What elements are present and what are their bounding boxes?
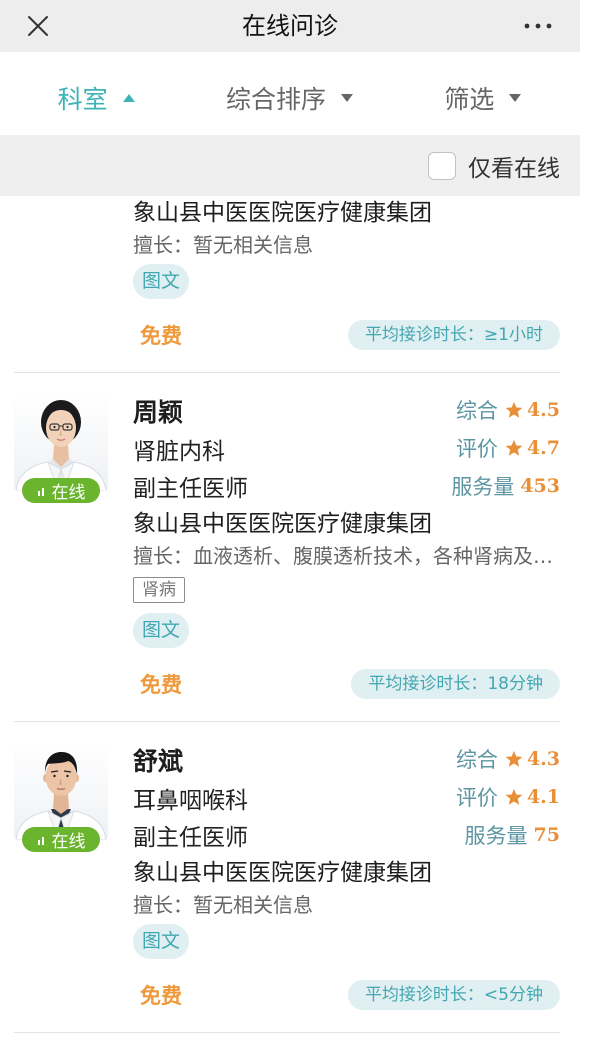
stat-overall: 综合 4.3: [456, 740, 560, 778]
card-footer: 免费 平均接诊时长：≥1小时: [133, 320, 560, 350]
tab-department[interactable]: 科室: [0, 60, 193, 135]
stat-value: 75: [533, 824, 560, 846]
online-status: 在线: [51, 483, 86, 503]
stat-label: 服务量: [451, 475, 515, 499]
doctor-photo: [14, 742, 108, 840]
star-icon: [505, 439, 523, 456]
caret-up-icon: [122, 93, 135, 102]
page-title: 在线问诊: [242, 12, 338, 40]
doctor-avatar: 在线: [14, 742, 108, 854]
stat-value: 453: [520, 475, 560, 497]
doctor-specialty: 擅长：暂无相关信息: [133, 893, 313, 917]
close-icon: [28, 16, 48, 36]
price-label: 免费: [140, 984, 182, 1008]
stat-label: 综合: [455, 748, 498, 772]
title-bar: 在线问诊: [0, 0, 580, 52]
doctor-hospital: 象山县中医医院医疗健康集团: [133, 200, 432, 226]
doctor-hospital: 象山县中医医院医疗健康集团: [133, 860, 432, 886]
stat-label: 评价: [455, 437, 498, 461]
service-tag[interactable]: 图文: [133, 924, 189, 959]
stat-label: 服务量: [464, 824, 528, 848]
online-only-label: 仅看在线: [468, 155, 560, 182]
service-tag[interactable]: 图文: [133, 264, 189, 299]
stat-label: 综合: [455, 399, 498, 423]
star-icon: [505, 401, 523, 418]
stat-value: 4.1: [526, 786, 560, 808]
signal-icon: [37, 836, 44, 845]
stat-value: 4.3: [526, 748, 560, 770]
disease-tags: 肾病: [133, 571, 560, 609]
avg-response-time: 平均接诊时长：18分钟: [351, 669, 560, 699]
signal-icon: [37, 487, 44, 496]
stat-value: 4.5: [526, 399, 560, 421]
doctor-card[interactable]: 在线 综合 4.5 评价 4.7 服务量 453 周颖 肾脏内科 副主任医师 象…: [14, 373, 560, 722]
stat-value: 4.7: [526, 437, 560, 459]
app-screen: 在线问诊 科室 综合排序 筛选 仅看在线 象山县中医医院医疗健康集团 擅长：暂无…: [0, 0, 580, 1040]
star-icon: [505, 750, 523, 767]
online-badge: 在线: [22, 827, 100, 852]
online-status: 在线: [51, 832, 86, 852]
tab-sort[interactable]: 综合排序: [193, 60, 386, 135]
price-label: 免费: [140, 673, 182, 697]
doctor-avatar: 在线: [14, 393, 108, 505]
doctor-photo: [14, 393, 108, 491]
online-only-checkbox[interactable]: [428, 151, 456, 180]
doctor-stats: 综合 4.3 评价 4.1 服务量 75: [456, 740, 560, 854]
doctor-card[interactable]: 在线 综合 4.3 评价 4.1 服务量 75 舒斌 耳鼻咽喉科 副主任医师 象…: [14, 722, 560, 1033]
stat-service-count: 服务量 75: [456, 816, 560, 854]
tab-label: 科室: [57, 84, 108, 114]
doctor-stats: 综合 4.5 评价 4.7 服务量 453: [451, 391, 560, 505]
doctor-card[interactable]: 象山县中医医院医疗健康集团 擅长：暂无相关信息 图文 免费 平均接诊时长：≥1小…: [14, 196, 560, 373]
service-tag[interactable]: 图文: [133, 613, 189, 648]
price-label: 免费: [140, 324, 182, 348]
tab-label: 综合排序: [225, 84, 326, 114]
online-badge: 在线: [22, 478, 100, 503]
stat-overall: 综合 4.5: [451, 391, 560, 429]
stat-label: 评价: [455, 786, 498, 810]
doctor-specialty: 擅长：暂无相关信息: [133, 233, 313, 257]
caret-down-icon: [341, 93, 353, 102]
doctor-list: 象山县中医医院医疗健康集团 擅长：暂无相关信息 图文 免费 平均接诊时长：≥1小…: [0, 196, 580, 1033]
disease-tag: 肾病: [133, 577, 185, 603]
tab-label: 筛选: [444, 84, 495, 114]
doctor-hospital: 象山县中医医院医疗健康集团: [133, 511, 432, 537]
filter-bar: 仅看在线: [0, 135, 580, 196]
tab-filter[interactable]: 筛选: [387, 60, 580, 135]
card-footer: 免费 平均接诊时长：<5分钟: [133, 980, 560, 1010]
more-button[interactable]: [516, 0, 560, 52]
more-icon: [524, 23, 552, 29]
sort-filter-tabs: 科室 综合排序 筛选: [0, 52, 580, 135]
card-footer: 免费 平均接诊时长：18分钟: [133, 669, 560, 699]
stat-review: 评价 4.1: [456, 778, 560, 816]
avg-response-time: 平均接诊时长：≥1小时: [347, 320, 560, 350]
caret-down-icon: [509, 93, 522, 102]
doctor-specialty: 擅长：血液透析、腹膜透析技术，各种肾病及…: [133, 544, 553, 568]
avg-response-time: 平均接诊时长：<5分钟: [347, 980, 560, 1010]
stat-service-count: 服务量 453: [451, 467, 560, 505]
stat-review: 评价 4.7: [451, 429, 560, 467]
online-only-toggle[interactable]: 仅看在线: [428, 149, 560, 183]
close-button[interactable]: [18, 0, 58, 52]
star-icon: [505, 788, 523, 805]
